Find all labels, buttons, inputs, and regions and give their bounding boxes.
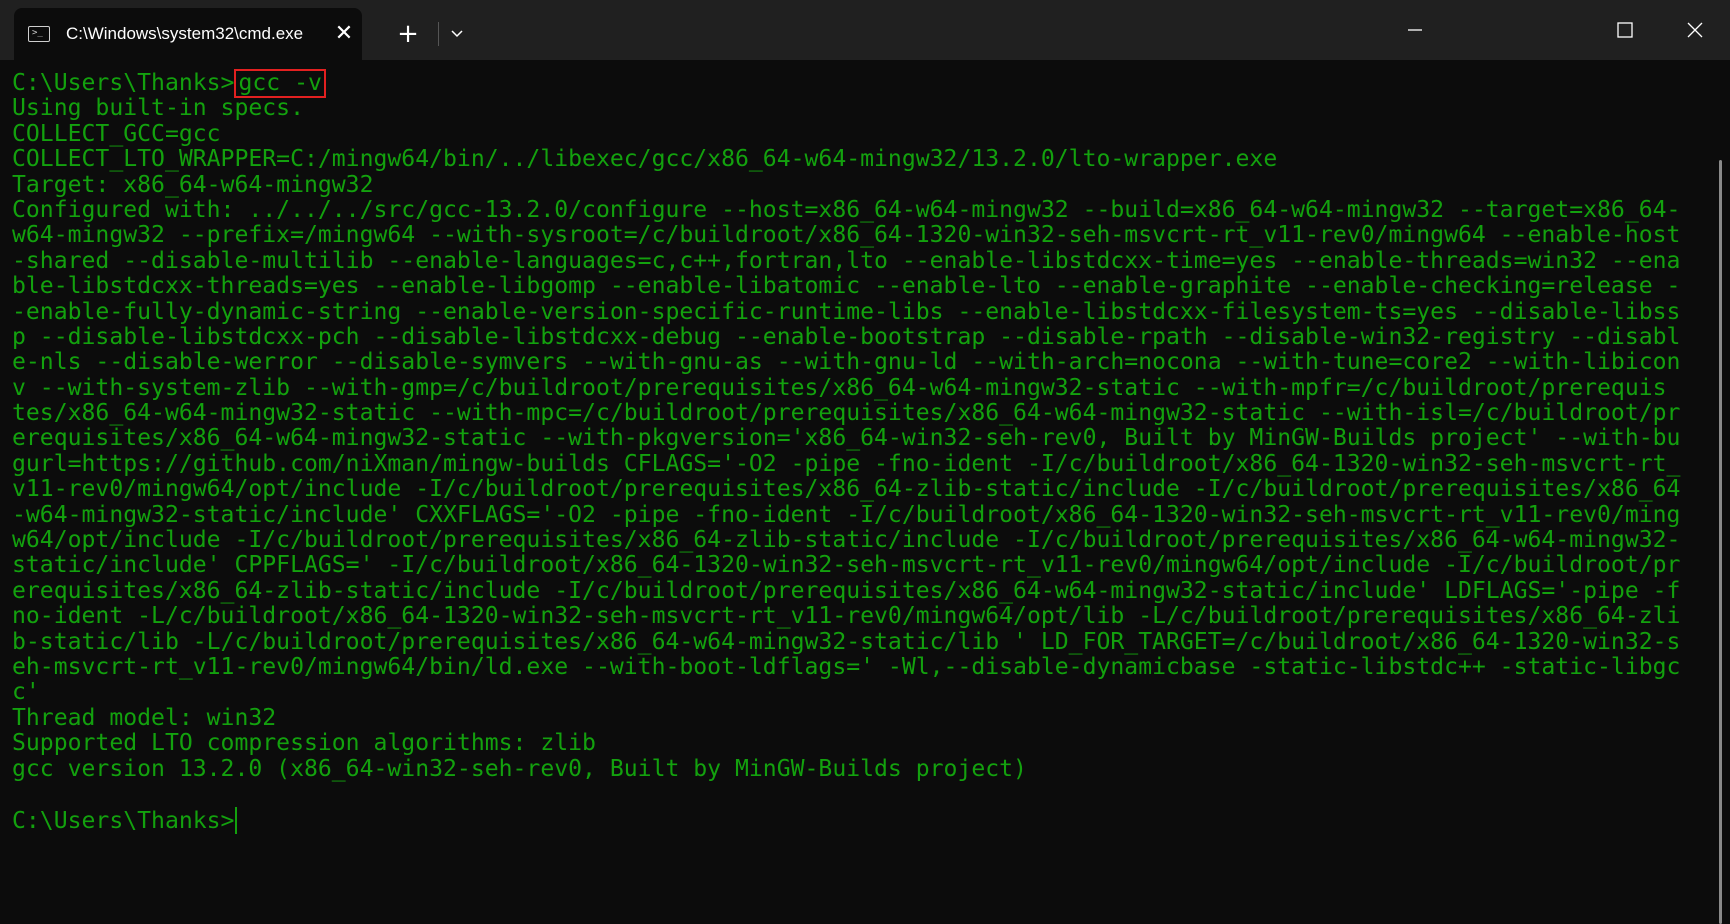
terminal-window: >_ C:\Windows\system32\cmd.exe ✕ + C:\Us… bbox=[0, 0, 1730, 924]
output-line: eh-msvcrt-rt_v11-rev0/mingw64/bin/ld.exe… bbox=[12, 653, 1681, 680]
output-line: -shared --disable-multilib --enable-lang… bbox=[12, 247, 1681, 274]
output-line: COLLECT_GCC=gcc bbox=[12, 120, 221, 147]
close-icon[interactable]: ✕ bbox=[332, 22, 356, 46]
output-line: no-ident -L/c/buildroot/x86_64-1320-win3… bbox=[12, 603, 1681, 630]
prompt: C:\Users\Thanks> bbox=[12, 70, 235, 96]
chevron-down-icon[interactable] bbox=[440, 18, 474, 50]
output-line: -enable-fully-dynamic-string --enable-ve… bbox=[12, 298, 1681, 325]
output-line: -w64-mingw32-static/include' CXXFLAGS='-… bbox=[12, 501, 1681, 528]
output-line: ble-libstdcxx-threads=yes --enable-libgo… bbox=[12, 273, 1681, 300]
final-prompt: C:\Users\Thanks> bbox=[12, 808, 235, 835]
scrollbar[interactable] bbox=[1719, 160, 1722, 924]
minimize-icon[interactable] bbox=[1380, 0, 1450, 60]
output-line: COLLECT_LTO_WRAPPER=C:/mingw64/bin/../li… bbox=[12, 146, 1278, 173]
output-line: b-static/lib -L/c/buildroot/prerequisite… bbox=[12, 628, 1681, 655]
highlighted-command: gcc -v bbox=[234, 69, 326, 98]
output-line: gcc version 13.2.0 (x86_64-win32-seh-rev… bbox=[12, 755, 1027, 782]
output-line: erequisites/x86_64-w64-mingw32-static --… bbox=[12, 425, 1681, 452]
output-line: Using built-in specs. bbox=[12, 95, 304, 122]
output-line: tes/x86_64-w64-mingw32-static --with-mpc… bbox=[12, 400, 1681, 427]
tab-separator bbox=[438, 22, 439, 46]
command-line: C:\Users\Thanks> gcc -v bbox=[12, 69, 1702, 98]
output-line: Supported LTO compression algorithms: zl… bbox=[12, 730, 596, 757]
final-prompt-line: C:\Users\Thanks> bbox=[12, 807, 1702, 835]
output-line: p --disable-libstdcxx-pch --disable-libs… bbox=[12, 323, 1681, 350]
tab-title: C:\Windows\system32\cmd.exe bbox=[66, 24, 304, 43]
plus-icon[interactable]: + bbox=[388, 18, 428, 50]
output-line: gurl=https://github.com/niXman/mingw-bui… bbox=[12, 450, 1681, 477]
output-line: Thread model: win32 bbox=[12, 704, 277, 731]
maximize-icon[interactable] bbox=[1590, 0, 1660, 60]
output-line: Target: x86_64-w64-mingw32 bbox=[12, 171, 374, 198]
tab-cmd[interactable]: >_ C:\Windows\system32\cmd.exe ✕ bbox=[14, 8, 362, 60]
output-line: e-nls --disable-werror --disable-symvers… bbox=[12, 349, 1681, 376]
terminal-output[interactable]: C:\Users\Thanks> gcc -v Using built-in sp… bbox=[12, 69, 1702, 921]
close-window-icon[interactable] bbox=[1660, 0, 1730, 60]
output-line: v11-rev0/mingw64/opt/include -I/c/buildr… bbox=[12, 476, 1681, 503]
output-block: Using built-in specs. COLLECT_GCC=gcc COLL… bbox=[12, 95, 1702, 782]
output-line: w64-mingw32 --prefix=/mingw64 --with-sys… bbox=[12, 222, 1681, 249]
output-line: v --with-system-zlib --with-gmp=/c/build… bbox=[12, 374, 1667, 401]
output-line: Configured with: ../../../src/gcc-13.2.0… bbox=[12, 196, 1681, 223]
text-cursor bbox=[235, 807, 238, 835]
output-line: erequisites/x86_64-zlib-static/include -… bbox=[12, 577, 1681, 604]
output-line: static/include' CPPFLAGS=' -I/c/buildroo… bbox=[12, 552, 1681, 579]
output-line: w64/opt/include -I/c/buildroot/prerequis… bbox=[12, 527, 1681, 554]
output-line: c' bbox=[12, 679, 40, 706]
title-bar[interactable]: >_ C:\Windows\system32\cmd.exe ✕ + bbox=[0, 0, 1730, 60]
terminal-icon: >_ bbox=[28, 26, 50, 42]
